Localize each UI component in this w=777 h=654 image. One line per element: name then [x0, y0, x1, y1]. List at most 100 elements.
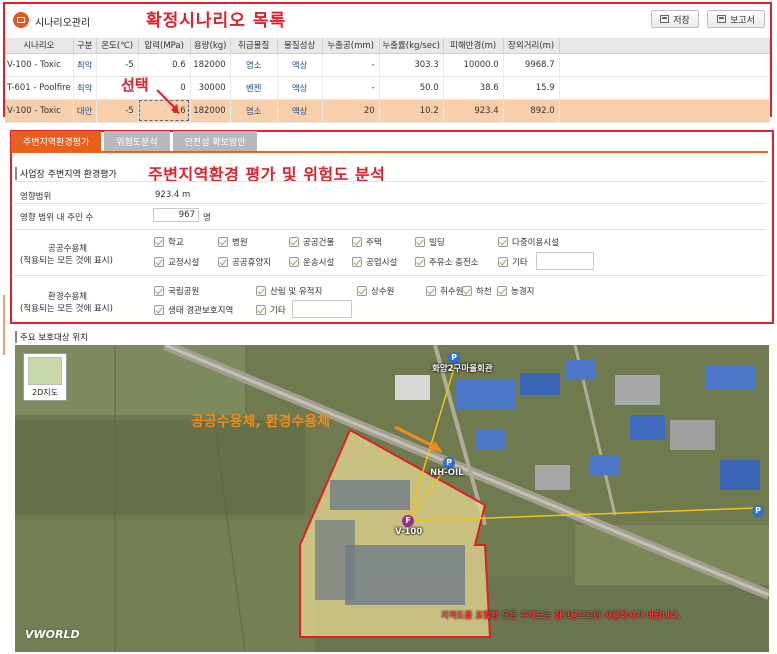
save-icon: [660, 15, 670, 23]
receptor-annotation: 공공수용체, 환경수용체: [191, 414, 330, 430]
save-label: 저장: [673, 15, 690, 26]
checkbox-enviro-other[interactable]: 기타: [256, 304, 286, 316]
checkbox-national-park[interactable]: 국립공원: [154, 285, 199, 297]
checkbox-public-other[interactable]: 기타: [498, 256, 528, 268]
col-header[interactable]: 누출률(kg/sec): [379, 38, 444, 54]
save-button[interactable]: 저장: [651, 10, 699, 28]
tab-risk-analysis[interactable]: 위험도분석: [104, 131, 170, 151]
checkbox-building[interactable]: 빌딩: [415, 236, 445, 248]
residents-unit: 명: [203, 213, 211, 223]
col-header[interactable]: 온도(℃): [96, 38, 139, 54]
checkbox-public-recreation[interactable]: 공공휴양지: [218, 256, 271, 268]
public-receptor-label: 공공수용체: [48, 244, 88, 254]
cell-phase: 액상: [277, 53, 323, 77]
scenario-panel: 시나리오관리 저장 보고서 시나리오 구분 온도(℃) 압력(MPa) 용량(k…: [3, 2, 772, 123]
col-header[interactable]: 시나리오: [5, 38, 74, 54]
checkbox-hospital[interactable]: 병원: [218, 236, 248, 248]
cell-type: 대안: [73, 99, 97, 123]
tab-surrounding-environment[interactable]: 주변지역환경평가: [11, 131, 102, 151]
cell-capacity: 182000: [190, 53, 231, 77]
cell-scenario: V-100 - Toxic: [5, 53, 74, 77]
checkbox-gas-station[interactable]: 주유소 충전소: [415, 256, 479, 268]
satellite-map[interactable]: 2D지도 공공수용체, 환경수용체 P 화양2구마을회관 P NH-OIL F …: [15, 345, 769, 652]
cell-capacity: 30000: [190, 76, 231, 100]
impact-range-value: 923.4 m: [155, 190, 191, 200]
poi-label: 화양2구마을회관: [432, 364, 493, 374]
checkbox-public-building[interactable]: 공공건물: [289, 236, 334, 248]
panel-title: 시나리오관리: [35, 18, 91, 29]
cell-offsite-distance: 15.9: [503, 76, 560, 100]
poi-label: NH-OIL: [430, 468, 464, 478]
select-arrow-icon: [156, 89, 179, 114]
divider: [14, 203, 766, 204]
report-button[interactable]: 보고서: [707, 10, 765, 28]
col-header[interactable]: 피해반경(m): [443, 38, 504, 54]
cell-leak-hole: 20: [322, 99, 380, 123]
checkbox-river[interactable]: 하천: [462, 285, 492, 297]
environment-receptor-label: 환경수용체: [48, 292, 88, 302]
checkbox-industrial[interactable]: 공업시설: [352, 256, 397, 268]
residents-input[interactable]: [153, 208, 199, 222]
cell-leak-hole: -: [322, 53, 380, 77]
checkbox-water-intake[interactable]: 취수원: [426, 285, 463, 297]
checkbox-house[interactable]: 주택: [352, 236, 382, 248]
table-row[interactable]: T-601 - Poolfire 최악 0 0 30000 벤젠 액상 - 50…: [5, 76, 771, 100]
checkbox-school[interactable]: 학교: [154, 236, 184, 248]
checkbox-eco-landscape[interactable]: 생태 경관보호지역: [154, 304, 233, 316]
map-section-title: 주요 보호대상 위치: [15, 331, 88, 343]
table-header-row: 시나리오 구분 온도(℃) 압력(MPa) 용량(kg) 취급물질 물질성상 누…: [5, 38, 771, 54]
col-header[interactable]: 취급물질: [230, 38, 278, 54]
select-annotation: 선택: [121, 76, 149, 94]
environment-receptor-hint: (적용되는 모든 것에 표시): [20, 304, 113, 314]
table-row[interactable]: V-100 - Toxic 최악 -5 0.6 182000 염소 액상 - 3…: [5, 53, 771, 77]
section-title: 사업장 주변지역 환경평가: [15, 167, 117, 180]
report-label: 보고서: [730, 15, 755, 26]
divider: [14, 275, 766, 276]
impact-range-label: 영향범위: [20, 192, 52, 202]
checkbox-correctional[interactable]: 교정시설: [154, 256, 199, 268]
cell-phase: 액상: [277, 76, 323, 100]
cell-leak-rate: 50.0: [379, 76, 444, 100]
vworld-logo: VWORLD: [25, 628, 80, 641]
side-accent: [3, 295, 5, 355]
checkbox-transport[interactable]: 운송시설: [289, 256, 334, 268]
map-pin-parking-icon[interactable]: P: [752, 505, 764, 517]
enviro-other-input[interactable]: [292, 300, 352, 318]
divider: [14, 229, 766, 230]
report-icon: [717, 15, 727, 23]
public-receptor-hint: (적용되는 모든 것에 표시): [20, 256, 113, 266]
map-2d-toggle[interactable]: 2D지도: [23, 353, 67, 401]
cell-damage-radius: 10000.0: [443, 53, 504, 77]
cell-temp: -5: [96, 99, 139, 123]
cell-scenario: V-100 - Toxic: [5, 99, 74, 123]
cell-temp: -5: [96, 53, 139, 77]
col-header[interactable]: 장외거리(m): [503, 38, 560, 54]
cell-offsite-distance: 892.0: [503, 99, 560, 123]
panel-header: 시나리오관리 저장 보고서: [5, 4, 770, 34]
checkbox-forest-heritage[interactable]: 산림 및 유적지: [256, 285, 322, 297]
checkbox-multi-use-facility[interactable]: 다중이용시설: [498, 236, 559, 248]
residents-label: 영향 범위 내 주민 수: [20, 213, 94, 223]
cell-scenario: T-601 - Poolfire: [5, 76, 74, 100]
col-header[interactable]: 용량(kg): [190, 38, 231, 54]
map-thumbnail: [28, 357, 62, 385]
cell-substance: 염소: [230, 99, 278, 123]
cell-leak-rate: 10.2: [379, 99, 444, 123]
tab-safety-measures[interactable]: 안전성 확보방안: [172, 131, 258, 151]
cell-substance: 염소: [230, 53, 278, 77]
cell-type: 최악: [73, 76, 97, 100]
col-header[interactable]: 구분: [73, 38, 97, 54]
checkbox-farmland[interactable]: 농경지: [497, 285, 534, 297]
cell-offsite-distance: 9968.7: [503, 53, 560, 77]
scenario-table: 시나리오 구분 온도(℃) 압력(MPa) 용량(kg) 취급물질 물질성상 누…: [5, 38, 771, 123]
col-header[interactable]: 압력(MPa): [138, 38, 191, 54]
table-row-selected[interactable]: V-100 - Toxic 대안 -5 0.6 182000 염소 액상 20 …: [5, 99, 771, 123]
col-header[interactable]: 물질성상: [277, 38, 323, 54]
poi-label: V-100: [395, 527, 423, 537]
checkbox-water-source[interactable]: 상수원: [357, 285, 394, 297]
public-other-input[interactable]: [536, 252, 594, 270]
list-annotation: 확정시나리오 목록: [146, 11, 287, 31]
col-header[interactable]: 누출공(mm): [322, 38, 380, 54]
cell-leak-rate: 303.3: [379, 53, 444, 77]
map-pin-facility-icon[interactable]: F: [402, 515, 414, 527]
